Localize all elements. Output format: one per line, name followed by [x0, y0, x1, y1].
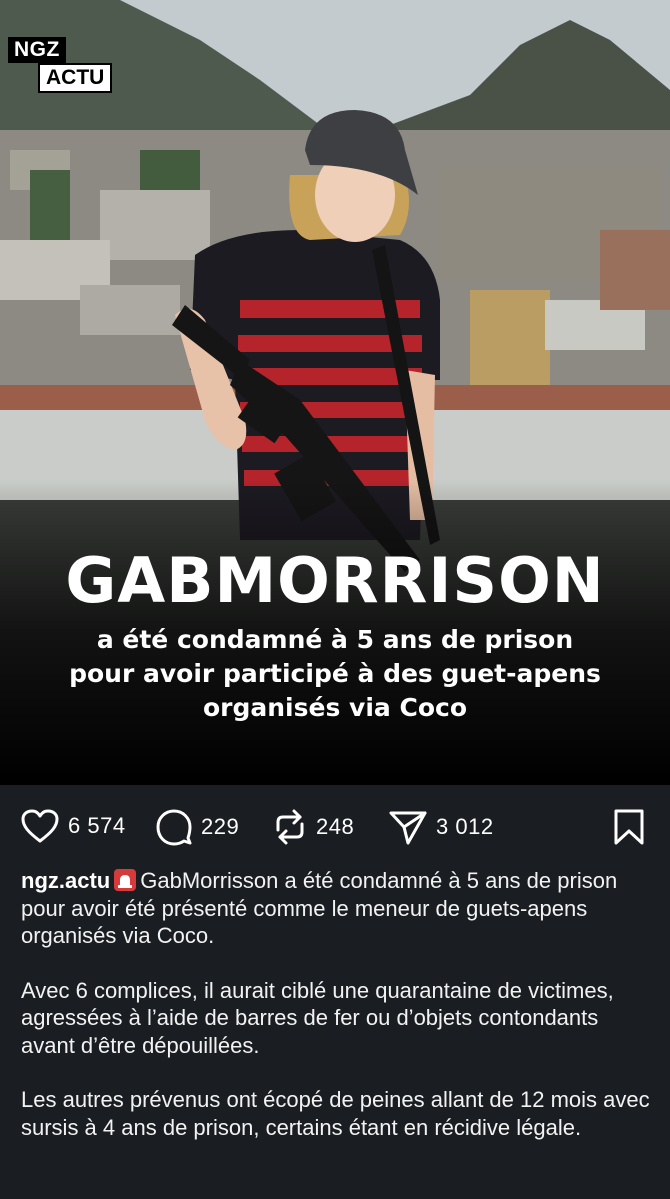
- siren-icon: [114, 869, 137, 891]
- headline-subtitle-line: pour avoir participé à des guet-apens: [69, 659, 601, 688]
- like-button[interactable]: 6 574: [20, 808, 126, 844]
- headline-subtitle-line: organisés via Coco: [202, 693, 467, 722]
- caption-paragraph: ngz.actu GabMorrisson a été condamné à 5 …: [21, 867, 651, 950]
- comment-button[interactable]: 229: [155, 808, 239, 846]
- repost-icon: [276, 809, 304, 845]
- send-icon: [389, 811, 427, 845]
- post-image[interactable]: NGZ ACTU GABMORRISON a été condamné à 5 …: [0, 0, 670, 785]
- comment-count: 229: [201, 814, 240, 839]
- share-button[interactable]: 3 012: [388, 808, 494, 846]
- like-count: 6 574: [68, 813, 126, 838]
- logo-line2: ACTU: [38, 63, 113, 93]
- repost-count: 248: [316, 814, 355, 839]
- caption-text-2: Avec 6 complices, il aurait ciblé une qu…: [21, 977, 614, 1058]
- logo-line1: NGZ: [8, 37, 66, 63]
- headline-subtitle-line: a été condamné à 5 ans de prison: [96, 625, 574, 654]
- headline-title: GABMORRISON: [65, 544, 605, 617]
- bookmark-icon: [614, 809, 644, 845]
- action-bar: 6 574 229 248 3 012: [0, 800, 670, 852]
- post-caption: ngz.actu GabMorrisson a été condamné à 5 …: [21, 867, 651, 1168]
- headline-subtitle: a été condamné à 5 ans de prison pour av…: [0, 623, 670, 725]
- caption-text-3: Les autres prévenus ont écopé de peines …: [21, 1087, 650, 1140]
- save-button[interactable]: [612, 808, 646, 851]
- caption-username[interactable]: ngz.actu: [21, 868, 110, 893]
- share-count: 3 012: [436, 814, 494, 839]
- comment-icon: [156, 809, 192, 846]
- image-headline: GABMORRISON a été condamné à 5 ans de pr…: [0, 545, 670, 725]
- ngz-actu-logo: NGZ ACTU: [8, 37, 113, 93]
- repost-button[interactable]: 248: [272, 808, 354, 846]
- caption-text-1: GabMorrisson a été condamné à 5 ans de p…: [21, 868, 618, 948]
- heart-icon: [21, 809, 59, 843]
